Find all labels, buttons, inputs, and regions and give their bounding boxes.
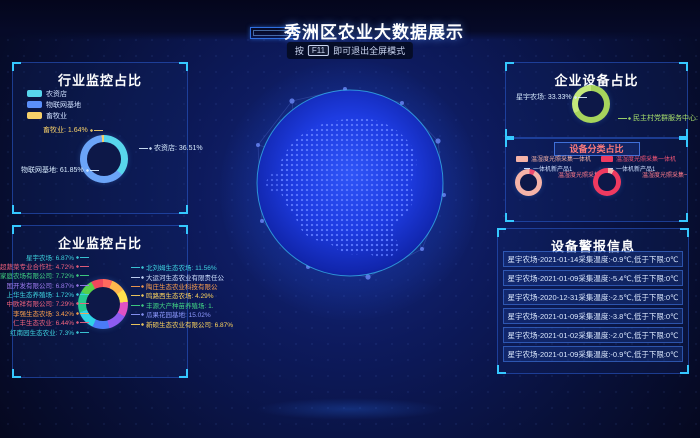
panel-device-ratio: 企业设备占比 星宇农场: 33.33% 民主村党群服务中心: <box>505 62 688 138</box>
chart-callout: 农资店: 36.51% <box>139 143 203 153</box>
chart-callout: 中欧祥有限公司: 7.29% <box>6 298 89 308</box>
panel-enterprise-monitor: 企业监控占比 星宇农场: 6.87% 刘超蔬菜专业合作社: 4.72% 家庭农场… <box>12 225 188 378</box>
chart-callout: 畜牧业: 1.64% <box>43 125 103 135</box>
alarm-row: 星宇农场-2020-12-31采集温度:-2.5℃,低于下限:0℃ <box>503 289 683 305</box>
page-title: 秀洲区农业大数据展示 <box>0 18 700 43</box>
legend-label: 温湿度光照采集一体机 <box>616 154 676 163</box>
alarm-list: 星宇农场-2021-01-14采集温度:-0.9℃,低于下限:0℃ 星宇农场-2… <box>503 251 683 365</box>
category-right-donut-chart[interactable] <box>593 168 621 196</box>
legend-swatch <box>27 112 42 119</box>
chart-callout: 物联网基地: 61.85% <box>21 165 99 175</box>
chart-callout: 鸣路西生态农场: 4.29% <box>131 290 214 300</box>
legend-item[interactable]: 温湿度光照采集一体机 <box>516 154 591 163</box>
header-bar: 秀洲区农业大数据展示 <box>0 0 700 40</box>
device-donut-chart[interactable] <box>572 85 610 123</box>
legend-label: 物联网基地 <box>46 100 81 110</box>
chart-callout: 仁丰生态农业: 6.44% <box>13 317 89 327</box>
panel-title: 企业监控占比 <box>13 233 187 252</box>
alarm-row: 星宇农场-2021-01-02采集温度:-2.0℃,低于下限:0℃ <box>503 327 683 343</box>
alarm-row: 星宇农场-2021-01-14采集温度:-0.9℃,低于下限:0℃ <box>503 251 683 267</box>
category-left-donut-chart[interactable] <box>515 169 542 196</box>
dashboard: 秀洲区农业大数据展示 按 F11 即可退出全屏模式 行业监控占比 农资店 物联网… <box>0 0 700 438</box>
chart-callout: 红南园生态农业: 7.3% <box>10 327 89 337</box>
panel-device-alarms: 设备警报信息 星宇农场-2021-01-14采集温度:-0.9℃,低于下限:0℃… <box>497 228 689 374</box>
legend-label: 农资店 <box>46 89 67 99</box>
chart-callout: 瓜果花园基地: 15.02% <box>131 309 211 319</box>
legend-item[interactable]: 农资店 <box>27 89 81 98</box>
floor-glow <box>255 398 445 420</box>
alarm-row: 星宇农场-2021-01-09采集温度:-3.8℃,低于下限:0℃ <box>503 308 683 324</box>
chart-callout: 民主村党群服务中心: <box>618 113 698 123</box>
panel-title: 行业监控占比 <box>13 70 187 89</box>
hint-prefix: 按 <box>295 44 304 57</box>
industry-donut-chart[interactable] <box>80 135 128 183</box>
legend-label: 温湿度光照采集一体机 <box>531 154 591 163</box>
legend-swatch <box>27 101 42 108</box>
industry-legend: 农资店 物联网基地 畜牧业 <box>27 89 81 122</box>
panel-industry-monitor: 行业监控占比 农资店 物联网基地 畜牧业 畜牧业: 1.64% 农资店: 36.… <box>12 62 188 214</box>
fullscreen-hint-toast: 按 F11 即可退出全屏模式 <box>287 42 413 59</box>
chart-callout: 新硕生态农业有限公司: 6.87% <box>131 319 233 329</box>
panel-device-category: 设备分类占比 温湿度光照采集一体机 一体机新产品1 温湿度光照采集一体机 温湿度… <box>505 138 688 222</box>
chart-callout: 温湿度光照采集一体机 <box>640 170 687 179</box>
chart-callout: 北刘姆生态农场: 11.56% <box>131 262 217 272</box>
legend-label: 畜牧业 <box>46 111 67 121</box>
hint-suffix: 即可退出全屏模式 <box>333 44 405 57</box>
donut-hole <box>520 174 537 191</box>
legend-item[interactable]: 物联网基地 <box>27 100 81 109</box>
alarm-row: 星宇农场-2021-01-09采集温度:-0.9℃,低于下限:0℃ <box>503 346 683 362</box>
f11-key-badge: F11 <box>308 45 329 56</box>
legend-item[interactable]: 畜牧业 <box>27 111 81 120</box>
legend-item[interactable]: 温湿度光照采集一体机 <box>601 154 676 163</box>
donut-hole <box>598 173 615 190</box>
chart-callout: 星宇农场: 33.33% <box>516 92 587 102</box>
legend-swatch <box>27 90 42 97</box>
chart-callout: 家庭农场有限公司: 7.72% <box>0 270 89 280</box>
globe-visualization <box>250 83 450 283</box>
donut-hole <box>86 287 120 321</box>
legend-swatch <box>516 156 528 162</box>
alarm-row: 星宇农场-2021-01-09采集温度:-5.4℃,低于下限:0℃ <box>503 270 683 286</box>
legend-swatch <box>601 156 613 162</box>
